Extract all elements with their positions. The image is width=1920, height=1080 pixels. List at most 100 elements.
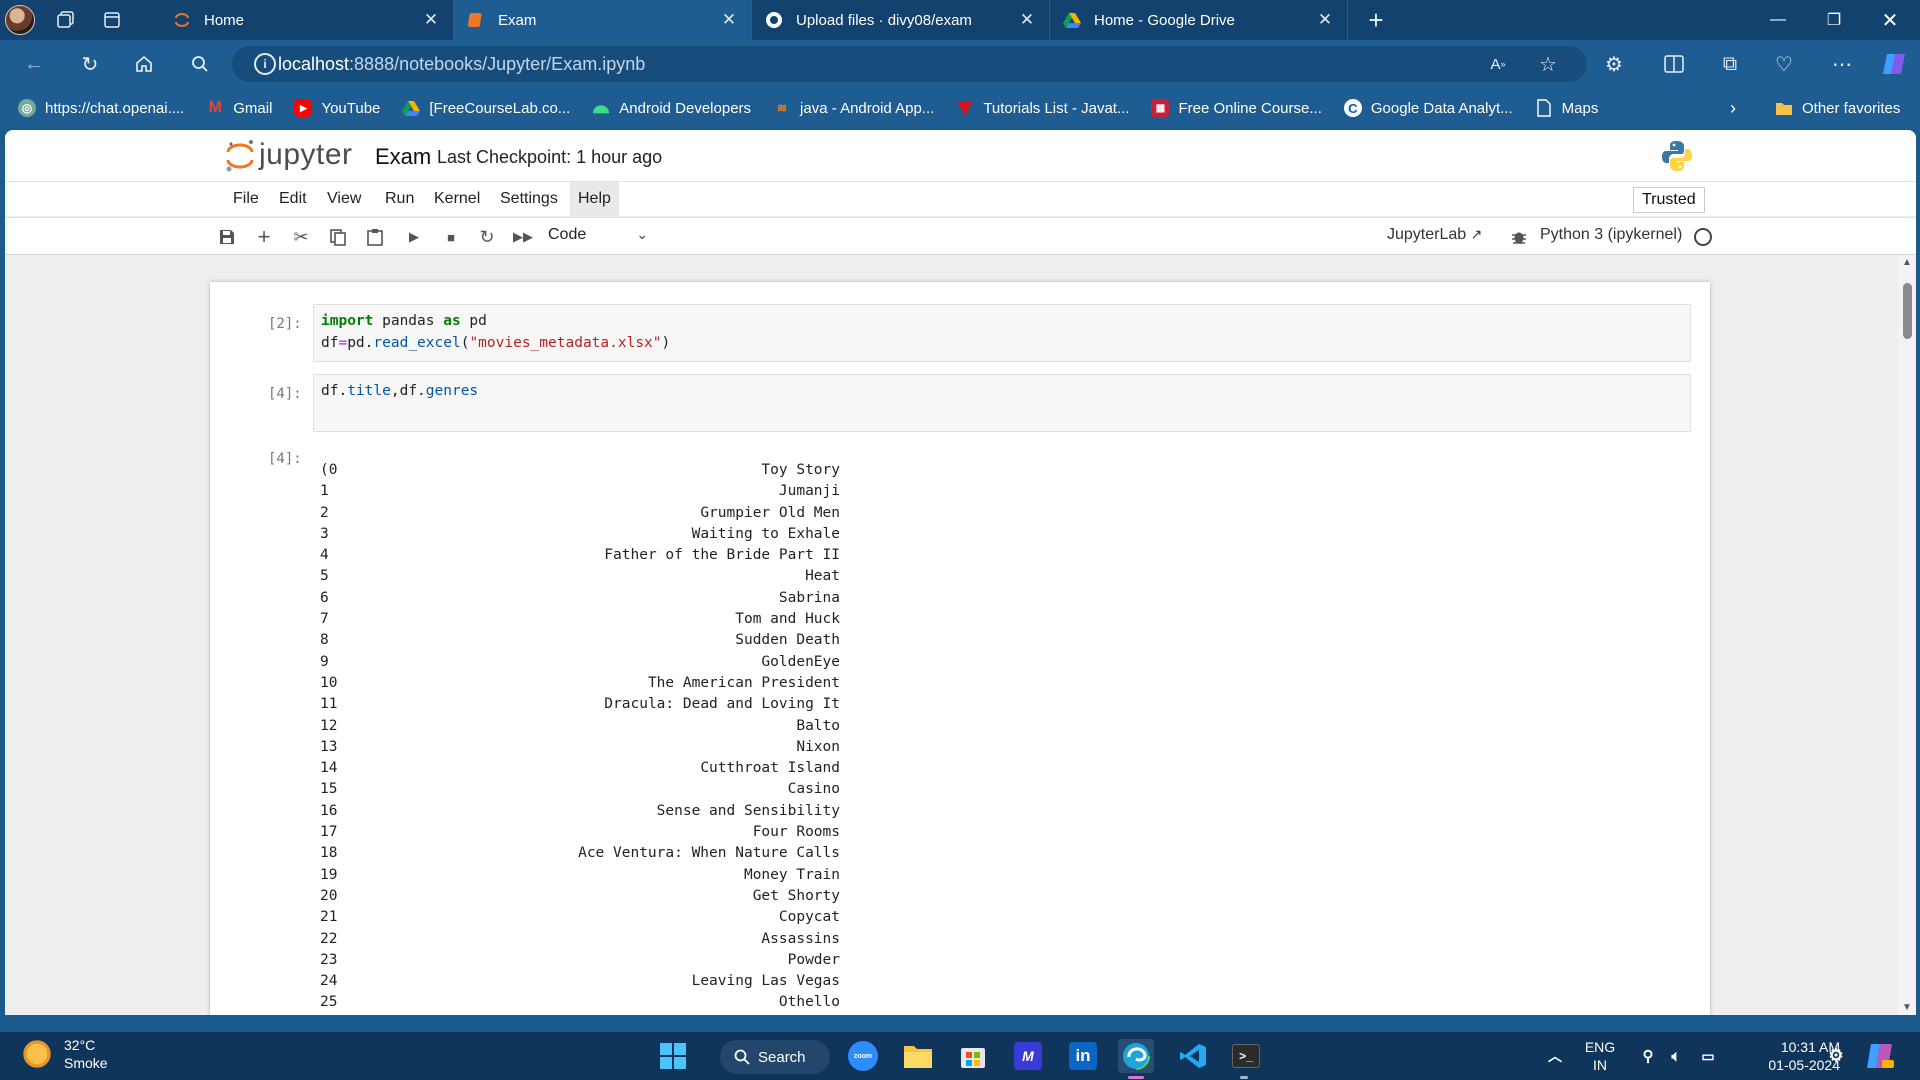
home-icon[interactable] — [128, 48, 160, 80]
copilot-taskbar-icon[interactable] — [1862, 1039, 1898, 1073]
favorite-maps[interactable]: Maps — [1535, 99, 1598, 117]
favorite-chatgpt[interactable]: ◎ https://chat.openai.... — [18, 99, 184, 117]
close-tab-icon[interactable]: ✕ — [1017, 10, 1037, 30]
jupyter-logo[interactable]: jupyter — [225, 138, 353, 172]
menu-view[interactable]: View — [319, 182, 369, 216]
settings-gear-icon[interactable]: ⚙ — [1818, 1039, 1854, 1073]
address-bar[interactable]: localhost:8888/notebooks/Jupyter/Exam.ip… — [232, 46, 1587, 82]
browser-essentials-icon[interactable]: ♡ — [1768, 48, 1800, 80]
output-row-index: 11 — [320, 696, 338, 713]
cut-icon[interactable]: ✂ — [289, 225, 313, 249]
output-row-index: 18 — [320, 845, 338, 862]
menu-run[interactable]: Run — [377, 182, 422, 216]
tab-actions-icon[interactable] — [92, 0, 132, 40]
collections-icon[interactable]: ⧉ — [1714, 48, 1746, 80]
code-cell-2-source[interactable]: df.title,df.genres — [314, 375, 1690, 407]
favorite-gmail[interactable]: M Gmail — [206, 99, 273, 117]
close-window-button[interactable]: ✕ — [1862, 0, 1918, 40]
save-icon[interactable] — [215, 225, 239, 249]
code-cell-2[interactable]: df.title,df.genres — [313, 374, 1691, 432]
split-screen-icon[interactable] — [1658, 48, 1690, 80]
active-app-indicator — [1128, 1076, 1144, 1079]
vector-app-icon[interactable]: M — [1010, 1039, 1046, 1073]
tab-exam[interactable]: Exam ✕ — [454, 0, 752, 40]
restore-button[interactable]: ❐ — [1806, 0, 1862, 40]
other-favorites[interactable]: Other favorites — [1775, 99, 1900, 117]
new-tab-button[interactable]: + — [1356, 0, 1396, 40]
url-host: localhost — [278, 53, 350, 74]
close-tab-icon[interactable]: ✕ — [421, 10, 441, 30]
favorites-overflow-icon[interactable]: › — [1730, 98, 1736, 119]
extensions-icon[interactable]: ⚙ — [1598, 48, 1630, 80]
file-explorer-icon[interactable] — [900, 1039, 936, 1073]
microsoft-store-icon[interactable] — [955, 1039, 991, 1073]
restart-icon[interactable]: ↻ — [475, 225, 499, 249]
output-row-index: 16 — [320, 802, 338, 819]
show-hidden-icons-chevron-icon[interactable]: ︿ — [1537, 1039, 1573, 1073]
notebook-name[interactable]: Exam — [375, 144, 431, 170]
kernel-name[interactable]: Python 3 (ipykernel) — [1540, 226, 1682, 244]
favorite-android-developers[interactable]: Android Developers — [592, 99, 751, 117]
trusted-indicator[interactable]: Trusted — [1633, 187, 1705, 213]
search-icon[interactable] — [184, 48, 216, 80]
code-cell-1[interactable]: import pandas as pd df=pd.read_excel("mo… — [313, 304, 1691, 362]
close-tab-icon[interactable]: ✕ — [1315, 10, 1335, 30]
cell-type-select[interactable]: Code ⌄ — [548, 226, 648, 248]
output-row-index: 1 — [320, 483, 329, 500]
favorite-stackoverflow[interactable]: ≋ java - Android App... — [773, 99, 934, 117]
battery-icon[interactable]: ▭ — [1690, 1039, 1726, 1073]
vertical-scrollbar[interactable]: ▲ ▼ — [1898, 255, 1916, 1015]
language-indicator[interactable]: ENG IN — [1578, 1038, 1622, 1074]
refresh-icon[interactable]: ↻ — [74, 48, 106, 80]
tab-google-drive[interactable]: Home - Google Drive ✕ — [1050, 0, 1348, 40]
zoom-app-icon[interactable]: zoom — [845, 1039, 881, 1073]
jupyterlab-link[interactable]: JupyterLab ↗ — [1387, 226, 1482, 244]
jupyter-logo-icon — [225, 138, 255, 172]
menu-settings[interactable]: Settings — [492, 182, 566, 216]
more-options-icon[interactable]: ⋯ — [1826, 48, 1858, 80]
linkedin-icon[interactable]: in — [1065, 1039, 1101, 1073]
scroll-up-arrow-icon[interactable]: ▲ — [1901, 257, 1913, 268]
site-info-icon[interactable]: i — [254, 53, 276, 75]
weather-widget[interactable]: 32°C Smoke — [20, 1036, 108, 1072]
tab-home[interactable]: Home ✕ — [160, 0, 454, 40]
taskbar-search[interactable]: Search — [720, 1040, 830, 1074]
code-cell-1-source[interactable]: import pandas as pd df=pd.read_excel("mo… — [314, 305, 1690, 359]
favorite-youtube[interactable]: ▶ YouTube — [294, 99, 380, 117]
favorite-google-data-analytics[interactable]: C Google Data Analyt... — [1343, 99, 1513, 117]
favorite-freecourselab[interactable]: [FreeCourseLab.co... — [402, 99, 570, 117]
read-aloud-icon[interactable]: A» — [1482, 48, 1514, 80]
menu-file[interactable]: File — [225, 182, 267, 216]
minimize-button[interactable]: — — [1750, 0, 1806, 40]
profile-button[interactable] — [0, 0, 40, 40]
terminal-icon[interactable]: >_ — [1228, 1039, 1264, 1073]
copilot-icon[interactable] — [1878, 48, 1910, 80]
back-icon[interactable]: ← — [18, 48, 50, 80]
menu-kernel[interactable]: Kernel — [426, 182, 488, 216]
taskbar-search-label: Search — [758, 1048, 806, 1066]
menu-help[interactable]: Help — [570, 182, 619, 216]
add-cell-icon[interactable]: + — [252, 224, 276, 249]
favorite-free-online-course[interactable]: ▦ Free Online Course... — [1151, 99, 1322, 117]
run-icon[interactable]: ▶ — [402, 225, 426, 249]
fast-forward-icon[interactable]: ▶▶ — [511, 225, 535, 249]
menu-edit[interactable]: Edit — [271, 182, 315, 216]
copy-icon[interactable] — [326, 225, 350, 249]
volume-icon[interactable]: 🔈︎ — [1658, 1039, 1694, 1073]
jupyter-header: jupyter Exam Last Checkpoint: 1 hour ago — [5, 130, 1916, 181]
favorite-star-icon[interactable]: ☆ — [1532, 48, 1564, 80]
windows-start-icon[interactable] — [655, 1039, 691, 1073]
debugger-bug-icon[interactable] — [1507, 225, 1531, 249]
vscode-icon[interactable] — [1175, 1039, 1211, 1073]
close-tab-icon[interactable]: ✕ — [719, 10, 739, 30]
gmail-icon: M — [208, 99, 222, 116]
scroll-down-arrow-icon[interactable]: ▼ — [1901, 1002, 1913, 1013]
favorite-javatpoint[interactable]: Tutorials List - Javat... — [956, 99, 1129, 117]
cell-output: (0 Toy Story 1 Jumanji 2 Grumpier Old Men 3 Wai… — [320, 462, 840, 1015]
tab-github-upload[interactable]: Upload files · divy08/exam ✕ — [752, 0, 1050, 40]
scrollbar-thumb[interactable] — [1903, 283, 1912, 339]
stop-icon[interactable]: ■ — [439, 225, 463, 249]
edge-browser-icon[interactable] — [1118, 1039, 1154, 1073]
paste-icon[interactable] — [363, 225, 387, 249]
workspaces-icon[interactable] — [46, 0, 86, 40]
